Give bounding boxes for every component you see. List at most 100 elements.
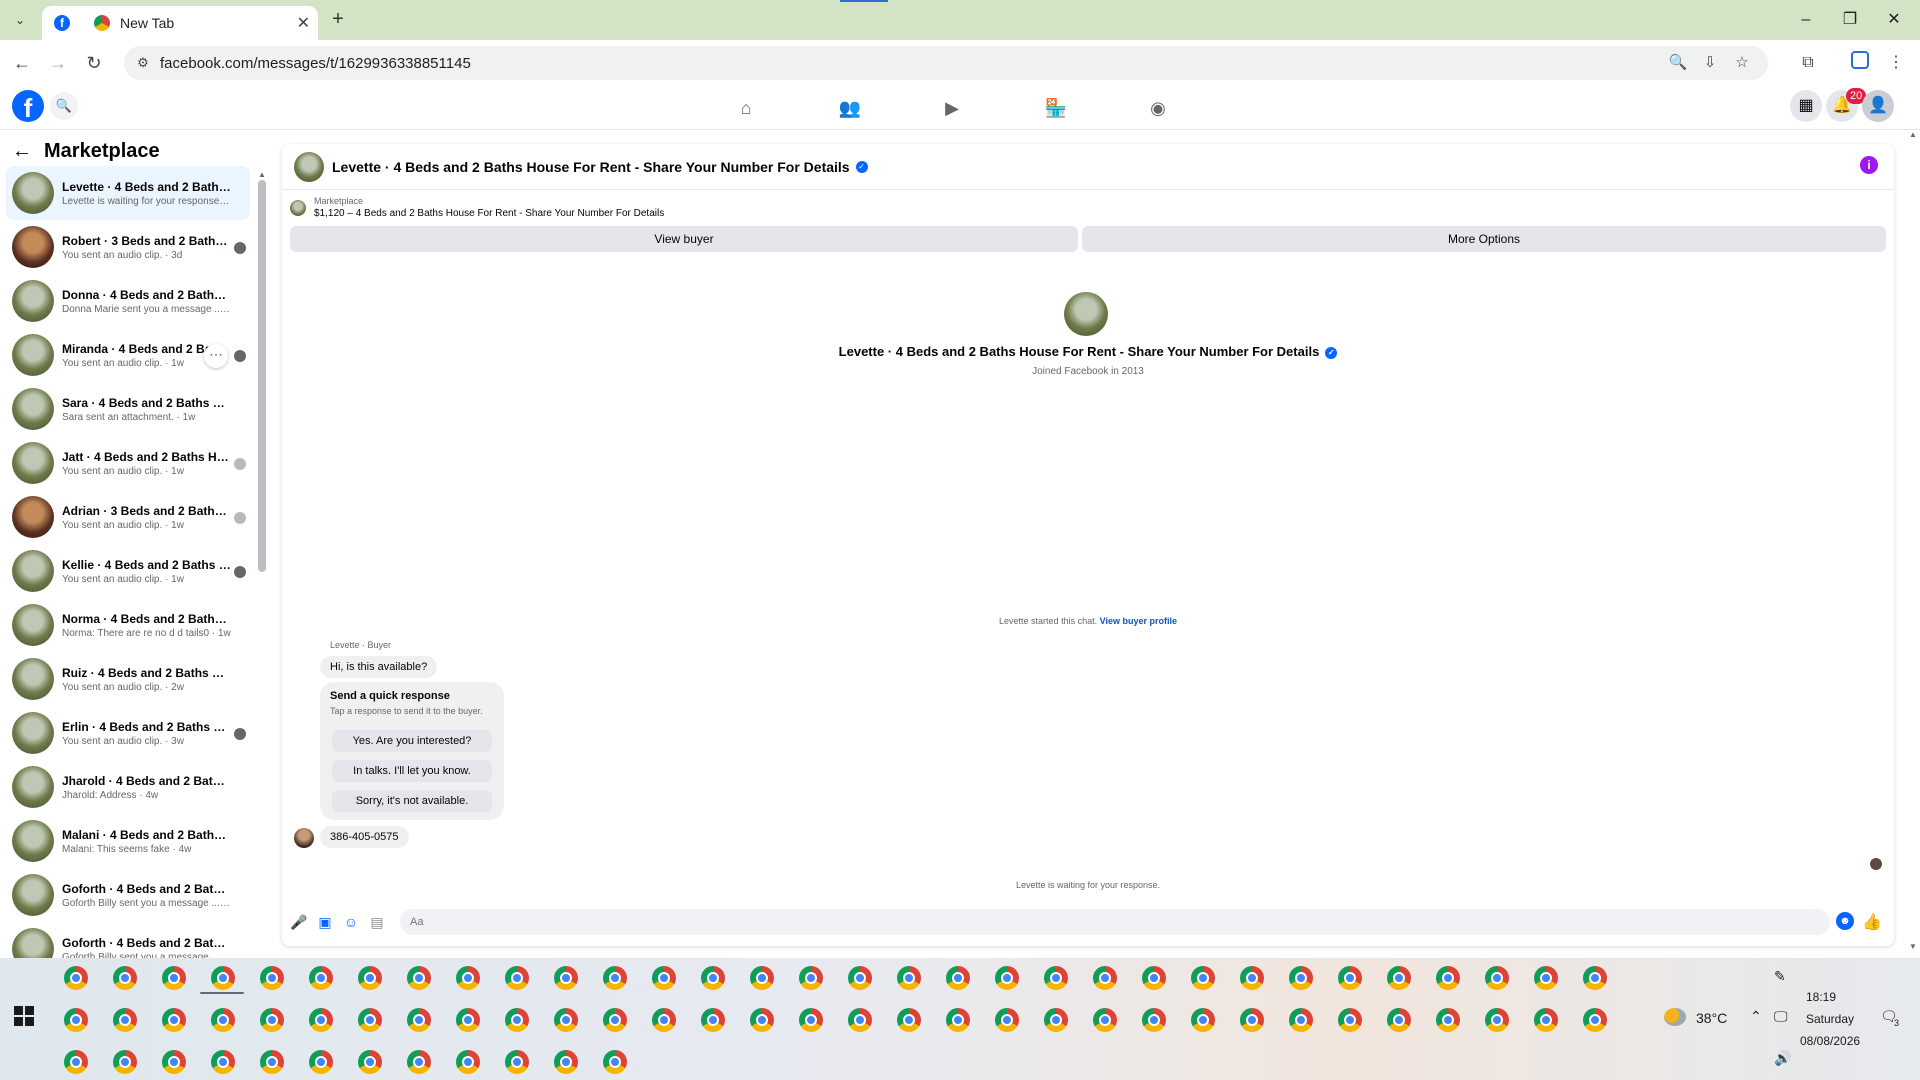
chrome-taskbar-icon[interactable] — [1044, 1008, 1068, 1032]
marketplace-icon[interactable]: 🏪 — [1044, 96, 1068, 120]
page-scroll-down-icon[interactable]: ▼ — [1909, 942, 1917, 951]
chrome-taskbar-icon[interactable] — [848, 1008, 872, 1032]
chat-title[interactable]: Levette · 4 Beds and 2 Baths House For R… — [332, 159, 850, 175]
message-input[interactable] — [400, 909, 1830, 935]
chrome-taskbar-icon[interactable] — [64, 1050, 88, 1074]
chrome-taskbar-icon[interactable] — [309, 1008, 333, 1032]
emoji-icon[interactable]: ☻ — [1836, 912, 1854, 930]
profile-icon[interactable] — [1848, 51, 1872, 75]
chrome-taskbar-icon[interactable] — [1142, 1008, 1166, 1032]
conversation-item[interactable]: Jharold · 4 Beds and 2 Baths Ho...Jharol… — [6, 760, 250, 814]
chrome-taskbar-icon[interactable] — [260, 1050, 284, 1074]
chrome-taskbar-icon[interactable] — [260, 1008, 284, 1032]
chrome-taskbar-icon[interactable] — [897, 1008, 921, 1032]
tab-search-button[interactable]: ⌄ — [8, 8, 32, 32]
chrome-taskbar-icon[interactable] — [1436, 1008, 1460, 1032]
conversation-item[interactable]: Miranda · 4 Beds and 2 Bath... You sent a… — [6, 328, 250, 382]
search-icon[interactable]: 🔍 — [50, 92, 78, 120]
chrome-taskbar-icon[interactable] — [162, 966, 186, 990]
chrome-taskbar-icon[interactable] — [603, 966, 627, 990]
chrome-taskbar-icon[interactable] — [1583, 1008, 1607, 1032]
chrome-taskbar-icon[interactable] — [897, 966, 921, 990]
chrome-taskbar-icon[interactable] — [407, 966, 431, 990]
back-arrow-icon[interactable]: ← — [12, 140, 32, 163]
pen-menu-icon[interactable]: ✎ — [1774, 968, 1786, 985]
chrome-taskbar-icon[interactable] — [946, 1008, 970, 1032]
conversation-item[interactable]: Jatt · 4 Beds and 2 Baths Hou... You sent… — [6, 436, 250, 490]
show-hidden-icons-icon[interactable]: ⌃ — [1750, 1008, 1762, 1025]
facebook-logo[interactable]: f — [12, 90, 44, 123]
tab-new-tab[interactable]: New Tab ✕ — [82, 6, 322, 40]
conversation-item[interactable]: Malani · 4 Beds and 2 Baths Ho... Malani:… — [6, 814, 250, 868]
new-tab-button[interactable]: + — [326, 8, 350, 32]
conversation-item[interactable]: Robert · 3 Beds and 2 Baths ... You sent … — [6, 220, 250, 274]
weather-temperature[interactable]: 38°C — [1696, 1010, 1727, 1026]
chrome-taskbar-icon[interactable] — [554, 1050, 578, 1074]
friends-icon[interactable]: 👥 — [838, 96, 862, 120]
conversation-item[interactable]: Erlin · 4 Beds and 2 Baths Ho... You sent… — [6, 706, 250, 760]
conversation-item[interactable]: Sara · 4 Beds and 2 Baths Hous...Sara se… — [6, 382, 250, 436]
chrome-taskbar-icon[interactable] — [1485, 1008, 1509, 1032]
chrome-taskbar-icon[interactable] — [701, 966, 725, 990]
chrome-taskbar-icon[interactable] — [113, 966, 137, 990]
windows-start-icon[interactable] — [14, 1006, 34, 1026]
chrome-taskbar-icon[interactable] — [505, 1050, 529, 1074]
chrome-taskbar-icon[interactable] — [1191, 966, 1215, 990]
chrome-taskbar-icon[interactable] — [1191, 1008, 1215, 1032]
chat-avatar[interactable] — [294, 151, 324, 182]
chrome-taskbar-icon[interactable] — [64, 1008, 88, 1032]
clock-time[interactable]: 18:19 — [1806, 990, 1836, 1004]
chrome-taskbar-icon[interactable] — [358, 1008, 382, 1032]
page-scroll-up-icon[interactable]: ▲ — [1909, 130, 1917, 139]
chrome-taskbar-icon[interactable] — [1338, 966, 1362, 990]
like-thumb-icon[interactable]: 👍 — [1862, 912, 1882, 932]
scroll-up-icon[interactable]: ▲ — [258, 170, 266, 179]
chrome-taskbar-icon[interactable] — [456, 1050, 480, 1074]
chrome-taskbar-icon[interactable] — [995, 966, 1019, 990]
chrome-taskbar-icon[interactable] — [211, 1050, 235, 1074]
gif-icon[interactable]: ▤ — [368, 913, 386, 931]
chrome-taskbar-icon[interactable] — [1534, 1008, 1558, 1032]
chrome-taskbar-icon[interactable] — [799, 966, 823, 990]
menu-grid-icon[interactable]: ▦ — [1790, 90, 1822, 122]
sender-avatar[interactable] — [294, 828, 314, 848]
chrome-taskbar-icon[interactable] — [64, 966, 88, 990]
chrome-taskbar-icon[interactable] — [309, 966, 333, 990]
chrome-taskbar-icon[interactable] — [358, 1050, 382, 1074]
groups-icon[interactable]: ◉ — [1146, 96, 1170, 120]
chrome-taskbar-icon[interactable] — [848, 966, 872, 990]
account-avatar[interactable]: 👤 — [1862, 90, 1894, 122]
chrome-taskbar-icon[interactable] — [505, 1008, 529, 1032]
conversation-item[interactable]: Donna · 4 Beds and 2 Baths Ho... Donna Ma… — [6, 274, 250, 328]
zoom-icon[interactable]: 🔍 — [1668, 53, 1688, 73]
site-info-icon[interactable]: ⚙ — [134, 54, 152, 72]
chrome-taskbar-icon[interactable] — [162, 1050, 186, 1074]
quick-response-in-talks-button[interactable]: In talks. I'll let you know. — [332, 760, 492, 782]
photo-icon[interactable]: ▣ — [316, 913, 334, 931]
chrome-taskbar-icon[interactable] — [750, 1008, 774, 1032]
scrollbar-thumb[interactable] — [258, 180, 266, 572]
chrome-taskbar-icon[interactable] — [701, 1008, 725, 1032]
chrome-taskbar-icon[interactable] — [1387, 1008, 1411, 1032]
conversation-more-icon[interactable]: ⋯ — [204, 344, 228, 368]
chrome-taskbar-icon[interactable] — [1142, 966, 1166, 990]
browser-menu-icon[interactable]: ⋮ — [1884, 51, 1908, 75]
chrome-taskbar-icon[interactable] — [309, 1050, 333, 1074]
chrome-taskbar-icon[interactable] — [407, 1050, 431, 1074]
chrome-taskbar-icon[interactable] — [1240, 1008, 1264, 1032]
chrome-taskbar-icon[interactable] — [358, 966, 382, 990]
conversation-item[interactable]: Norma · 4 Beds and 2 Baths Ho... Norma: T… — [6, 598, 250, 652]
bookmark-star-icon[interactable]: ☆ — [1732, 53, 1752, 73]
chrome-taskbar-icon[interactable] — [554, 1008, 578, 1032]
conversation-item[interactable]: Goforth · 4 Beds and 2 Baths H... Goforth… — [6, 922, 250, 958]
chrome-taskbar-icon[interactable] — [260, 966, 284, 990]
chrome-taskbar-icon[interactable] — [1093, 1008, 1117, 1032]
chrome-taskbar-icon[interactable] — [211, 1008, 235, 1032]
minimize-icon[interactable]: – — [1786, 8, 1826, 32]
chrome-taskbar-icon[interactable] — [603, 1008, 627, 1032]
chrome-taskbar-icon[interactable] — [603, 1050, 627, 1074]
close-window-icon[interactable]: ✕ — [1874, 8, 1914, 32]
install-app-icon[interactable]: ⇩ — [1700, 53, 1720, 73]
video-icon[interactable]: ▶ — [940, 96, 964, 120]
chrome-taskbar-icon[interactable] — [1338, 1008, 1362, 1032]
